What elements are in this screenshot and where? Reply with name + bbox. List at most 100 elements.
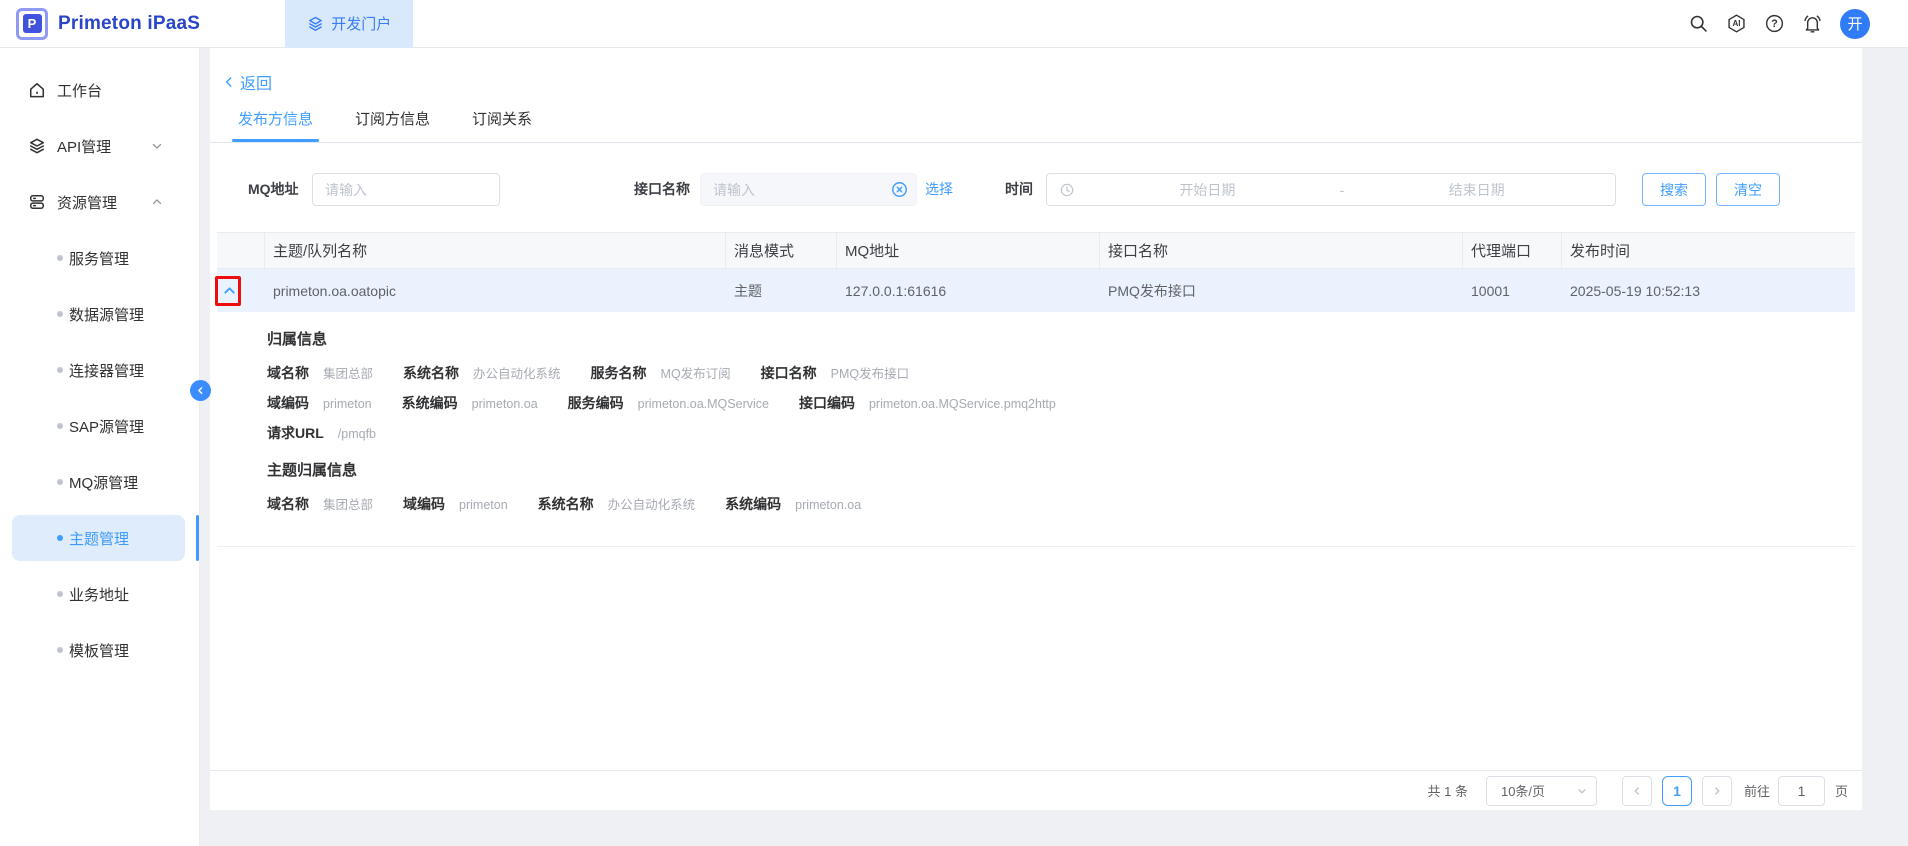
ai-assistant-icon[interactable]: AI [1726,13,1747,34]
field-value: primeton.oa [472,397,538,411]
tab-subscription-relation[interactable]: 订阅关系 [472,108,532,142]
collapse-row-icon[interactable] [221,282,238,299]
sidebar-subitem-template-management[interactable]: 模板管理 [0,622,199,678]
field-label: 系统名称 [403,363,459,383]
tab-subscriber-info[interactable]: 订阅方信息 [355,108,430,142]
detail-row: 请求URL/pmqfb [267,423,1855,443]
chevron-right-icon [1711,785,1723,797]
avatar[interactable]: 开 [1840,9,1870,39]
clear-input-icon[interactable] [890,180,909,199]
field-label: 系统名称 [538,494,594,514]
bullet-icon [57,479,63,485]
goto-page-input[interactable] [1778,776,1825,806]
field-value: MQ发布订阅 [661,363,731,382]
cell-mq-address: 127.0.0.1:61616 [837,269,1100,312]
logo-glyph: P [23,14,42,33]
active-item-indicator [196,515,199,561]
topic-table: 主题/队列名称 消息模式 MQ地址 接口名称 代理端口 发布时间 primeto… [217,232,1855,547]
prev-page-button[interactable] [1622,776,1652,806]
search-icon[interactable] [1688,13,1709,34]
next-page-button[interactable] [1702,776,1732,806]
pagination-total: 共 1 条 [1428,781,1468,800]
clear-button[interactable]: 清空 [1716,173,1780,206]
header-interface-name: 接口名称 [1100,232,1463,269]
resource-server-icon [27,192,47,212]
bullet-icon [57,311,63,317]
field-value: PMQ发布接口 [831,363,909,382]
start-date-input[interactable] [1081,182,1334,198]
back-link[interactable]: 返回 [210,70,300,94]
sidebar-item-label: API管理 [57,136,111,157]
field-value: 集团总部 [323,494,373,513]
home-icon [27,80,47,100]
select-link[interactable]: 选择 [925,173,953,206]
page: P Primeton iPaaS 开发门户 AI ? 开 [0,0,1908,846]
sidebar-subitem-service-management[interactable]: 服务管理 [0,230,199,286]
chevron-up-icon [150,195,164,209]
ownership-info-title: 归属信息 [267,328,1855,349]
field-value: primeton.oa.MQService.pmq2http [869,397,1056,411]
chevron-left-icon [1631,785,1643,797]
table-header-row: 主题/队列名称 消息模式 MQ地址 接口名称 代理端口 发布时间 [217,232,1855,269]
sidebar-item-workbench[interactable]: 工作台 [0,62,199,118]
sidebar-subitem-topic-management[interactable]: 主题管理 [12,515,185,561]
header-expander-cell [217,232,265,269]
mq-address-input[interactable] [312,173,500,206]
interface-name-label: 接口名称 [634,173,690,206]
detail-row: 域编码primeton 系统编码primeton.oa 服务编码primeton… [267,393,1855,413]
field-label: 请求URL [267,423,324,443]
chevron-down-icon [1576,785,1588,797]
chevron-left-icon [195,385,206,396]
portal-tab-label: 开发门户 [331,13,391,34]
field-label: 系统编码 [725,494,781,514]
time-label: 时间 [1005,173,1033,206]
tab-bar: 发布方信息 订阅方信息 订阅关系 [210,108,1862,143]
page-number-1[interactable]: 1 [1662,776,1692,806]
header-message-mode: 消息模式 [726,232,837,269]
field-label: 接口名称 [761,363,817,383]
pagination-bar: 共 1 条 10条/页 1 前往 页 [210,770,1862,810]
cell-message-mode: 主题 [726,269,837,312]
sidebar-item-api-management[interactable]: API管理 [0,118,199,174]
interface-name-input[interactable] [700,173,917,206]
sidebar-subitem-datasource-management[interactable]: 数据源管理 [0,286,199,342]
table-row[interactable]: primeton.oa.oatopic 主题 127.0.0.1:61616 P… [217,269,1855,312]
field-label: 域编码 [267,393,309,413]
sidebar-subitem-business-address[interactable]: 业务地址 [0,566,199,622]
tab-developer-portal[interactable]: 开发门户 [285,0,413,48]
logo: P Primeton iPaaS [16,8,200,40]
page-unit-label: 页 [1835,781,1848,800]
goto-label: 前往 [1744,781,1770,800]
cell-proxy-port: 10001 [1463,269,1562,312]
field-label: 域名称 [267,494,309,514]
end-date-input[interactable] [1350,182,1603,198]
sidebar-subitem-sap-source-management[interactable]: SAP源管理 [0,398,199,454]
bell-icon[interactable] [1802,13,1823,34]
header-mq-address: MQ地址 [837,232,1100,269]
field-value: /pmqfb [338,427,376,441]
sidebar-item-label: 资源管理 [57,192,117,213]
sidebar-subitem-mq-source-management[interactable]: MQ源管理 [0,454,199,510]
help-icon[interactable]: ? [1764,13,1785,34]
sidebar-subitem-connector-management[interactable]: 连接器管理 [0,342,199,398]
bullet-icon [57,423,63,429]
header-publish-time: 发布时间 [1562,232,1855,269]
tab-publisher-info[interactable]: 发布方信息 [238,108,313,142]
logo-text: Primeton iPaaS [58,13,200,35]
sidebar-collapse-toggle[interactable] [190,380,211,401]
header-topic-name: 主题/队列名称 [265,232,726,269]
topic-ownership-info-title: 主题归属信息 [267,459,1855,480]
date-range-picker[interactable]: - [1046,173,1616,206]
sidebar-item-resource-management[interactable]: 资源管理 [0,174,199,230]
chevron-down-icon [150,139,164,153]
search-button[interactable]: 搜索 [1642,173,1706,206]
field-label: 服务名称 [591,363,647,383]
page-size-select[interactable]: 10条/页 [1486,776,1597,806]
back-label: 返回 [240,70,272,94]
logo-icon: P [16,8,48,40]
clock-icon [1059,182,1075,198]
field-label: 接口编码 [799,393,855,413]
chevron-left-icon [222,75,236,89]
bullet-icon [57,367,63,373]
field-value: 办公自动化系统 [473,363,561,382]
